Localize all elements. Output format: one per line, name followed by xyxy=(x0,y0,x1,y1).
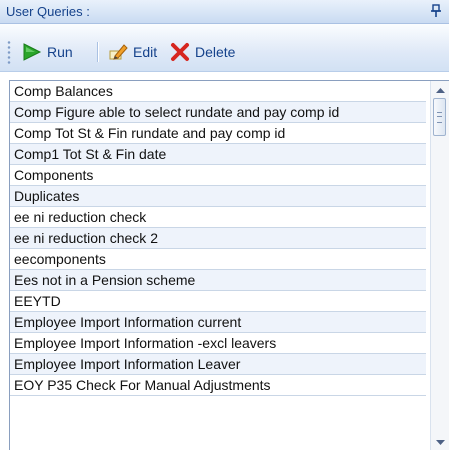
list-item[interactable]: Employee Import Information -excl leaver… xyxy=(10,333,426,354)
list-item[interactable]: ee ni reduction check xyxy=(10,207,426,228)
toolbar-separator xyxy=(97,42,98,62)
panel-title: User Queries : xyxy=(6,4,90,19)
list-item[interactable]: Comp Balances xyxy=(10,81,426,102)
delete-x-icon xyxy=(171,43,189,61)
delete-button[interactable]: Delete xyxy=(170,40,235,64)
list-item[interactable]: Ees not in a Pension scheme xyxy=(10,270,426,291)
vertical-scrollbar[interactable] xyxy=(430,81,449,450)
scroll-thumb[interactable] xyxy=(433,98,446,136)
play-icon xyxy=(23,43,42,61)
query-list[interactable]: Comp Balances Comp Figure able to select… xyxy=(9,80,449,450)
list-item[interactable]: EOY P35 Check For Manual Adjustments xyxy=(10,375,426,396)
scroll-down-button[interactable] xyxy=(431,434,449,450)
run-label: Run xyxy=(47,44,73,60)
edit-button[interactable]: Edit xyxy=(108,40,157,64)
thumb-grip-icon xyxy=(437,112,442,123)
list-item[interactable]: Duplicates xyxy=(10,186,426,207)
list-item[interactable]: Employee Import Information current xyxy=(10,312,426,333)
chevron-up-icon xyxy=(435,87,445,93)
chevron-down-icon xyxy=(435,439,445,445)
list-item[interactable]: Employee Import Information Leaver xyxy=(10,354,426,375)
list-item[interactable]: Comp Figure able to select rundate and p… xyxy=(10,102,426,123)
toolbar-grip[interactable] xyxy=(7,40,11,64)
scroll-up-button[interactable] xyxy=(431,81,449,98)
panel-header: User Queries : xyxy=(0,0,449,24)
list-item[interactable]: Components xyxy=(10,165,426,186)
delete-label: Delete xyxy=(195,44,236,60)
list-item[interactable]: EEYTD xyxy=(10,291,426,312)
list-item[interactable]: Comp Tot St & Fin rundate and pay comp i… xyxy=(10,123,426,144)
edit-label: Edit xyxy=(133,44,158,60)
list-item[interactable]: eecomponents xyxy=(10,249,426,270)
list-item[interactable]: ee ni reduction check 2 xyxy=(10,228,426,249)
pin-icon[interactable] xyxy=(429,3,443,19)
pencil-icon xyxy=(109,44,128,60)
run-button[interactable]: Run xyxy=(22,40,73,64)
list-item[interactable]: Comp1 Tot St & Fin date xyxy=(10,144,426,165)
